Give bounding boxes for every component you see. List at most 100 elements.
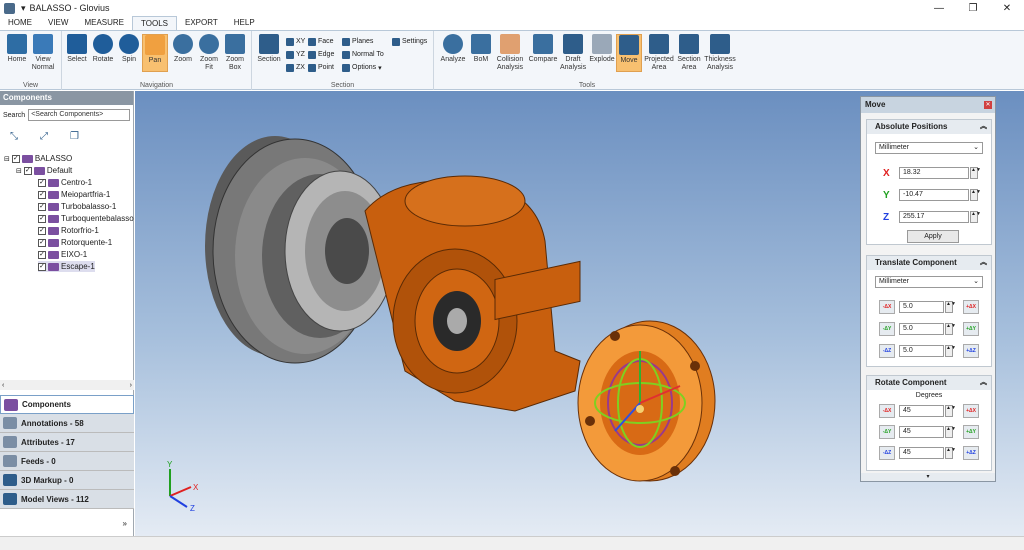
view-normal-button[interactable]: View Normal bbox=[30, 34, 56, 72]
section-area-button[interactable]: Section Area bbox=[676, 34, 702, 72]
y-spinner[interactable]: ▲▼ bbox=[970, 189, 981, 201]
close-icon[interactable]: ✕ bbox=[984, 101, 992, 109]
x-position-input[interactable]: 18.32 bbox=[899, 167, 969, 179]
copy-icon[interactable]: ❐ bbox=[70, 131, 82, 143]
tree-config[interactable]: ⊟ ✓ Default bbox=[16, 165, 72, 176]
z-spinner[interactable]: ▲▼ bbox=[970, 211, 981, 223]
tree-item[interactable]: ✓ Meiopartfria-1 bbox=[38, 189, 110, 200]
rotate-plus-z-button[interactable]: +ΔZ bbox=[963, 446, 979, 460]
rotate-y-spinner[interactable]: ▲▼ bbox=[945, 426, 956, 438]
pan-button[interactable]: Pan bbox=[142, 34, 168, 72]
tab-view[interactable]: VIEW bbox=[40, 16, 76, 30]
rotate-plus-y-button[interactable]: +ΔY bbox=[963, 425, 979, 439]
translate-minus-x-button[interactable]: -ΔX bbox=[879, 300, 895, 314]
components-tab[interactable]: Components bbox=[0, 395, 134, 414]
zoom-box-button[interactable]: Zoom Box bbox=[222, 34, 248, 72]
panel-expand-icon[interactable]: ▾ bbox=[861, 473, 995, 481]
quick-access-icon[interactable]: ▾ bbox=[21, 3, 26, 14]
tree-root[interactable]: ⊟ ✓ BALASSO bbox=[4, 153, 72, 164]
section-button[interactable]: Section bbox=[256, 34, 282, 64]
search-input[interactable]: <Search Components> bbox=[28, 109, 130, 121]
tree-item[interactable]: ✓ Turboquentebalasso bbox=[38, 213, 134, 224]
translate-y-input[interactable]: 5.0 bbox=[899, 323, 944, 335]
rotate-z-input[interactable]: 45 bbox=[899, 447, 944, 459]
absolute-positions-header[interactable]: Absolute Positions ︽ bbox=[867, 120, 991, 134]
z-position-input[interactable]: 255.17 bbox=[899, 211, 969, 223]
edge-button[interactable]: Edge bbox=[308, 49, 334, 60]
compare-button[interactable]: Compare bbox=[528, 34, 558, 64]
rotate-z-spinner[interactable]: ▲▼ bbox=[945, 447, 956, 459]
translate-z-spinner[interactable]: ▲▼ bbox=[945, 345, 956, 357]
rotate-x-input[interactable]: 45 bbox=[899, 405, 944, 417]
rotate-minus-y-button[interactable]: -ΔY bbox=[879, 425, 895, 439]
yz-button[interactable]: YZ bbox=[286, 49, 305, 60]
settings-button[interactable]: Settings bbox=[392, 36, 427, 47]
normal-to-button[interactable]: Normal To bbox=[342, 49, 384, 60]
3d-markup-tab[interactable]: 3D Markup - 0 bbox=[0, 471, 134, 490]
translate-y-spinner[interactable]: ▲▼ bbox=[945, 323, 956, 335]
analyze-button[interactable]: Analyze bbox=[438, 34, 468, 64]
expand-all-icon[interactable]: ⤡ bbox=[10, 131, 22, 143]
tab-tools[interactable]: TOOLS bbox=[132, 16, 177, 30]
spin-button[interactable]: Spin bbox=[116, 34, 142, 64]
face-button[interactable]: Face bbox=[308, 36, 334, 47]
bom-button[interactable]: BoM bbox=[468, 34, 494, 64]
explode-button[interactable]: Explode bbox=[588, 34, 616, 64]
zoom-button[interactable]: Zoom bbox=[170, 34, 196, 64]
attributes-tab[interactable]: Attributes - 17 bbox=[0, 433, 134, 452]
close-icon[interactable]: ✕ bbox=[990, 0, 1024, 16]
translate-unit-dropdown[interactable]: Millimeter ⌄ bbox=[875, 276, 983, 288]
rotate-y-input[interactable]: 45 bbox=[899, 426, 944, 438]
more-tabs-icon[interactable]: » bbox=[123, 519, 127, 528]
tab-help[interactable]: HELP bbox=[226, 16, 263, 30]
translate-x-spinner[interactable]: ▲▼ bbox=[945, 301, 956, 313]
zoom-fit-button[interactable]: Zoom Fit bbox=[196, 34, 222, 72]
options-button[interactable]: Options ▾ bbox=[342, 62, 382, 73]
select-button[interactable]: Select bbox=[64, 34, 90, 64]
translate-header[interactable]: Translate Component ︽ bbox=[867, 256, 991, 270]
tree-item[interactable]: ✓ Turbobalasso-1 bbox=[38, 201, 116, 212]
rotate-minus-z-button[interactable]: -ΔZ bbox=[879, 446, 895, 460]
chevron-right-icon[interactable]: › bbox=[130, 382, 132, 389]
rotate-plus-x-button[interactable]: +ΔX bbox=[963, 404, 979, 418]
tab-export[interactable]: EXPORT bbox=[177, 16, 226, 30]
tree-item[interactable]: ✓ EIXO-1 bbox=[38, 249, 87, 260]
translate-minus-z-button[interactable]: -ΔZ bbox=[879, 344, 895, 358]
root-checkbox[interactable]: ✓ bbox=[11, 154, 20, 163]
translate-plus-x-button[interactable]: +ΔX bbox=[963, 300, 979, 314]
planes-button[interactable]: Planes bbox=[342, 36, 373, 47]
apply-button[interactable]: Apply bbox=[907, 230, 959, 243]
tab-measure[interactable]: MEASURE bbox=[76, 16, 132, 30]
collapse-icon[interactable]: ︽ bbox=[980, 256, 987, 270]
translate-plus-z-button[interactable]: +ΔZ bbox=[963, 344, 979, 358]
rotate-x-spinner[interactable]: ▲▼ bbox=[945, 405, 956, 417]
x-spinner[interactable]: ▲▼ bbox=[970, 167, 981, 179]
model-views-tab[interactable]: Model Views - 112 bbox=[0, 490, 134, 509]
restore-icon[interactable]: ❐ bbox=[956, 0, 990, 16]
minimize-icon[interactable]: — bbox=[922, 0, 956, 16]
collapse-icon[interactable]: ︽ bbox=[980, 120, 987, 134]
annotations-tab[interactable]: Annotations - 58 bbox=[0, 414, 134, 433]
y-position-input[interactable]: -10.47 bbox=[899, 189, 969, 201]
collapse-all-icon[interactable]: ⤢ bbox=[40, 131, 52, 143]
collision-analysis-button[interactable]: Collision Analysis bbox=[494, 34, 526, 72]
home-button[interactable]: Home bbox=[4, 34, 30, 64]
move-button[interactable]: Move bbox=[616, 34, 642, 72]
tree-item[interactable]: ✓ Escape-1 bbox=[38, 261, 95, 272]
translate-x-input[interactable]: 5.0 bbox=[899, 301, 944, 313]
xy-button[interactable]: XY bbox=[286, 36, 305, 47]
zx-button[interactable]: ZX bbox=[286, 62, 305, 73]
tree-scrollbar[interactable]: ‹ › bbox=[0, 380, 134, 390]
point-button[interactable]: Point bbox=[308, 62, 334, 73]
rotate-minus-x-button[interactable]: -ΔX bbox=[879, 404, 895, 418]
tab-home[interactable]: HOME bbox=[0, 16, 40, 30]
translate-plus-y-button[interactable]: +ΔY bbox=[963, 322, 979, 336]
tree-item[interactable]: ✓ Rotorquente-1 bbox=[38, 237, 112, 248]
absolute-unit-dropdown[interactable]: Millimeter ⌄ bbox=[875, 142, 983, 154]
tree-item[interactable]: ✓ Centro-1 bbox=[38, 177, 92, 188]
draft-analysis-button[interactable]: Draft Analysis bbox=[560, 34, 586, 72]
config-checkbox[interactable]: ✓ bbox=[23, 166, 32, 175]
rotate-header[interactable]: Rotate Component ︽ bbox=[867, 376, 991, 390]
thickness-analysis-button[interactable]: Thickness Analysis bbox=[704, 34, 736, 72]
collapse-icon[interactable]: ︽ bbox=[980, 376, 987, 390]
